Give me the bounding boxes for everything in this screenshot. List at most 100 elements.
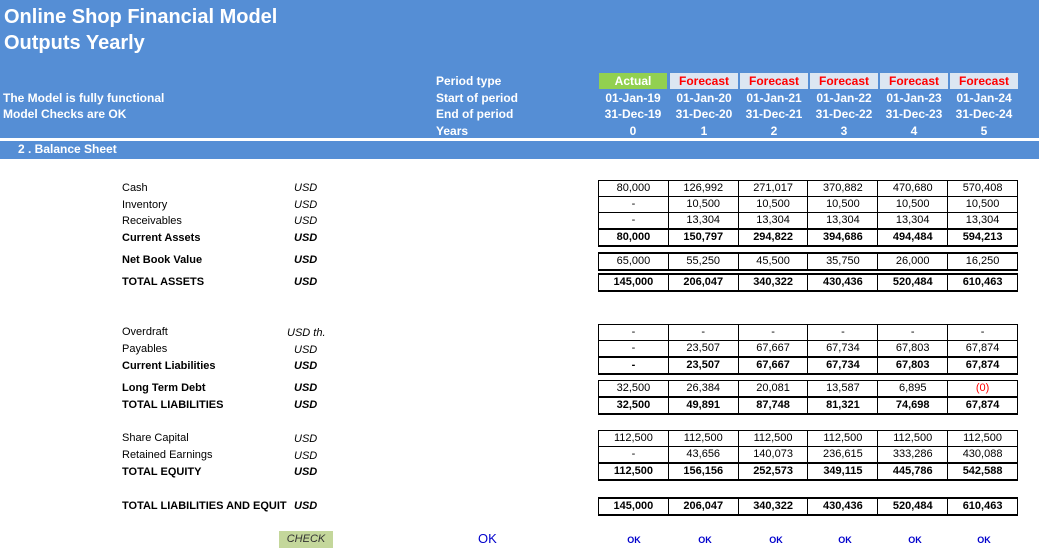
total-equity-value-2[interactable]: 252,573: [737, 462, 809, 481]
receivables-value-5[interactable]: 13,304: [947, 212, 1018, 230]
share-capital-value-5[interactable]: 112,500: [947, 430, 1018, 447]
current-assets-value-5[interactable]: 594,213: [947, 228, 1018, 247]
status-functional: The Model is fully functional: [3, 91, 165, 105]
table-row: 32,500 49,891 87,748 81,321 74,698 67,87…: [598, 396, 1018, 415]
receivables-value-1[interactable]: 13,304: [667, 212, 739, 230]
retained-earnings-value-3[interactable]: 236,615: [807, 446, 879, 464]
current-liabilities-value-2[interactable]: 67,667: [737, 356, 809, 375]
cash-value-3[interactable]: 370,882: [807, 180, 879, 197]
receivables-value-2[interactable]: 13,304: [737, 212, 809, 230]
total-assets-value-1[interactable]: 206,047: [667, 273, 739, 292]
overdraft-value-5[interactable]: -: [947, 324, 1018, 341]
period-year-4: 4: [910, 124, 918, 138]
section-bar: [0, 141, 1039, 159]
current-assets-value-4[interactable]: 494,484: [877, 228, 949, 247]
inventory-value-5[interactable]: 10,500: [947, 196, 1018, 213]
retained-earnings-value-1[interactable]: 43,656: [667, 446, 739, 464]
share-capital-value-1[interactable]: 112,500: [667, 430, 739, 447]
cash-value-5[interactable]: 570,408: [947, 180, 1018, 197]
total-equity-value-3[interactable]: 349,115: [807, 462, 879, 481]
payables-value-2[interactable]: 67,667: [737, 340, 809, 358]
receivables-value-4[interactable]: 13,304: [877, 212, 949, 230]
current-liabilities-value-4[interactable]: 67,803: [877, 356, 949, 375]
nbv-value-1[interactable]: 55,250: [667, 252, 739, 271]
ltd-value-3[interactable]: 13,587: [807, 380, 879, 398]
nbv-value-0[interactable]: 65,000: [598, 252, 669, 271]
total-liabilities-value-2[interactable]: 87,748: [737, 396, 809, 415]
total-liabilities-value-4[interactable]: 74,698: [877, 396, 949, 415]
total-le-value-1[interactable]: 206,047: [667, 497, 739, 516]
period-type-1: Forecast: [670, 73, 738, 89]
overdraft-value-3[interactable]: -: [807, 324, 879, 341]
payables-value-5[interactable]: 67,874: [947, 340, 1018, 358]
current-liabilities-value-5[interactable]: 67,874: [947, 356, 1018, 375]
total-liabilities-value-0[interactable]: 32,500: [598, 396, 669, 415]
payables-value-0[interactable]: -: [598, 340, 669, 358]
end-period-label: End of period: [436, 107, 514, 121]
total-le-value-2[interactable]: 340,322: [737, 497, 809, 516]
share-capital-value-2[interactable]: 112,500: [737, 430, 809, 447]
total-le-value-4[interactable]: 520,484: [877, 497, 949, 516]
overdraft-value-1[interactable]: -: [667, 324, 739, 341]
current-assets-value-2[interactable]: 294,822: [737, 228, 809, 247]
ltd-value-4[interactable]: 6,895: [877, 380, 949, 398]
overdraft-value-2[interactable]: -: [737, 324, 809, 341]
inventory-value-4[interactable]: 10,500: [877, 196, 949, 213]
total-assets-value-5[interactable]: 610,463: [947, 273, 1018, 292]
retained-earnings-value-0[interactable]: -: [598, 446, 669, 464]
retained-earnings-value-5[interactable]: 430,088: [947, 446, 1018, 464]
total-liabilities-value-3[interactable]: 81,321: [807, 396, 879, 415]
check-ok-4: OK: [908, 535, 922, 545]
nbv-value-2[interactable]: 45,500: [737, 252, 809, 271]
total-equity-value-5[interactable]: 542,588: [947, 462, 1018, 481]
total-equity-value-1[interactable]: 156,156: [667, 462, 739, 481]
share-capital-value-4[interactable]: 112,500: [877, 430, 949, 447]
total-le-value-0[interactable]: 145,000: [598, 497, 669, 516]
current-assets-value-0[interactable]: 80,000: [598, 228, 669, 247]
share-capital-unit: USD: [294, 433, 318, 445]
current-liabilities-value-0[interactable]: -: [598, 356, 669, 375]
retained-earnings-value-4[interactable]: 333,286: [877, 446, 949, 464]
inventory-value-2[interactable]: 10,500: [737, 196, 809, 213]
total-le-value-3[interactable]: 430,436: [807, 497, 879, 516]
cash-value-4[interactable]: 470,680: [877, 180, 949, 197]
nbv-value-4[interactable]: 26,000: [877, 252, 949, 271]
receivables-value-0[interactable]: -: [598, 212, 669, 230]
total-le-value-5[interactable]: 610,463: [947, 497, 1018, 516]
cash-value-1[interactable]: 126,992: [667, 180, 739, 197]
receivables-value-3[interactable]: 13,304: [807, 212, 879, 230]
inventory-value-1[interactable]: 10,500: [667, 196, 739, 213]
cash-value-2[interactable]: 271,017: [737, 180, 809, 197]
payables-value-4[interactable]: 67,803: [877, 340, 949, 358]
total-assets-value-2[interactable]: 340,322: [737, 273, 809, 292]
share-capital-value-0[interactable]: 112,500: [598, 430, 669, 447]
ltd-value-2[interactable]: 20,081: [737, 380, 809, 398]
nbv-value-3[interactable]: 35,750: [807, 252, 879, 271]
overdraft-value-4[interactable]: -: [877, 324, 949, 341]
cash-value-0[interactable]: 80,000: [598, 180, 669, 197]
share-capital-value-3[interactable]: 112,500: [807, 430, 879, 447]
total-equity-value-0[interactable]: 112,500: [598, 462, 669, 481]
total-liabilities-value-1[interactable]: 49,891: [667, 396, 739, 415]
total-liabilities-value-5[interactable]: 67,874: [947, 396, 1018, 415]
payables-value-3[interactable]: 67,734: [807, 340, 879, 358]
total-assets-value-0[interactable]: 145,000: [598, 273, 669, 292]
current-assets-value-1[interactable]: 150,797: [667, 228, 739, 247]
ltd-value-5[interactable]: (0): [947, 380, 1018, 398]
nbv-value-5[interactable]: 16,250: [947, 252, 1018, 271]
period-year-2: 2: [770, 124, 778, 138]
inventory-value-3[interactable]: 10,500: [807, 196, 879, 213]
retained-earnings-value-2[interactable]: 140,073: [737, 446, 809, 464]
current-assets-value-3[interactable]: 394,686: [807, 228, 879, 247]
total-assets-value-4[interactable]: 520,484: [877, 273, 949, 292]
ltd-value-1[interactable]: 26,384: [667, 380, 739, 398]
period-type-label: Period type: [436, 74, 502, 88]
inventory-value-0[interactable]: -: [598, 196, 669, 213]
ltd-value-0[interactable]: 32,500: [598, 380, 669, 398]
current-liabilities-value-1[interactable]: 23,507: [667, 356, 739, 375]
current-liabilities-value-3[interactable]: 67,734: [807, 356, 879, 375]
total-assets-value-3[interactable]: 430,436: [807, 273, 879, 292]
payables-value-1[interactable]: 23,507: [667, 340, 739, 358]
total-equity-value-4[interactable]: 445,786: [877, 462, 949, 481]
overdraft-value-0[interactable]: -: [598, 324, 669, 341]
